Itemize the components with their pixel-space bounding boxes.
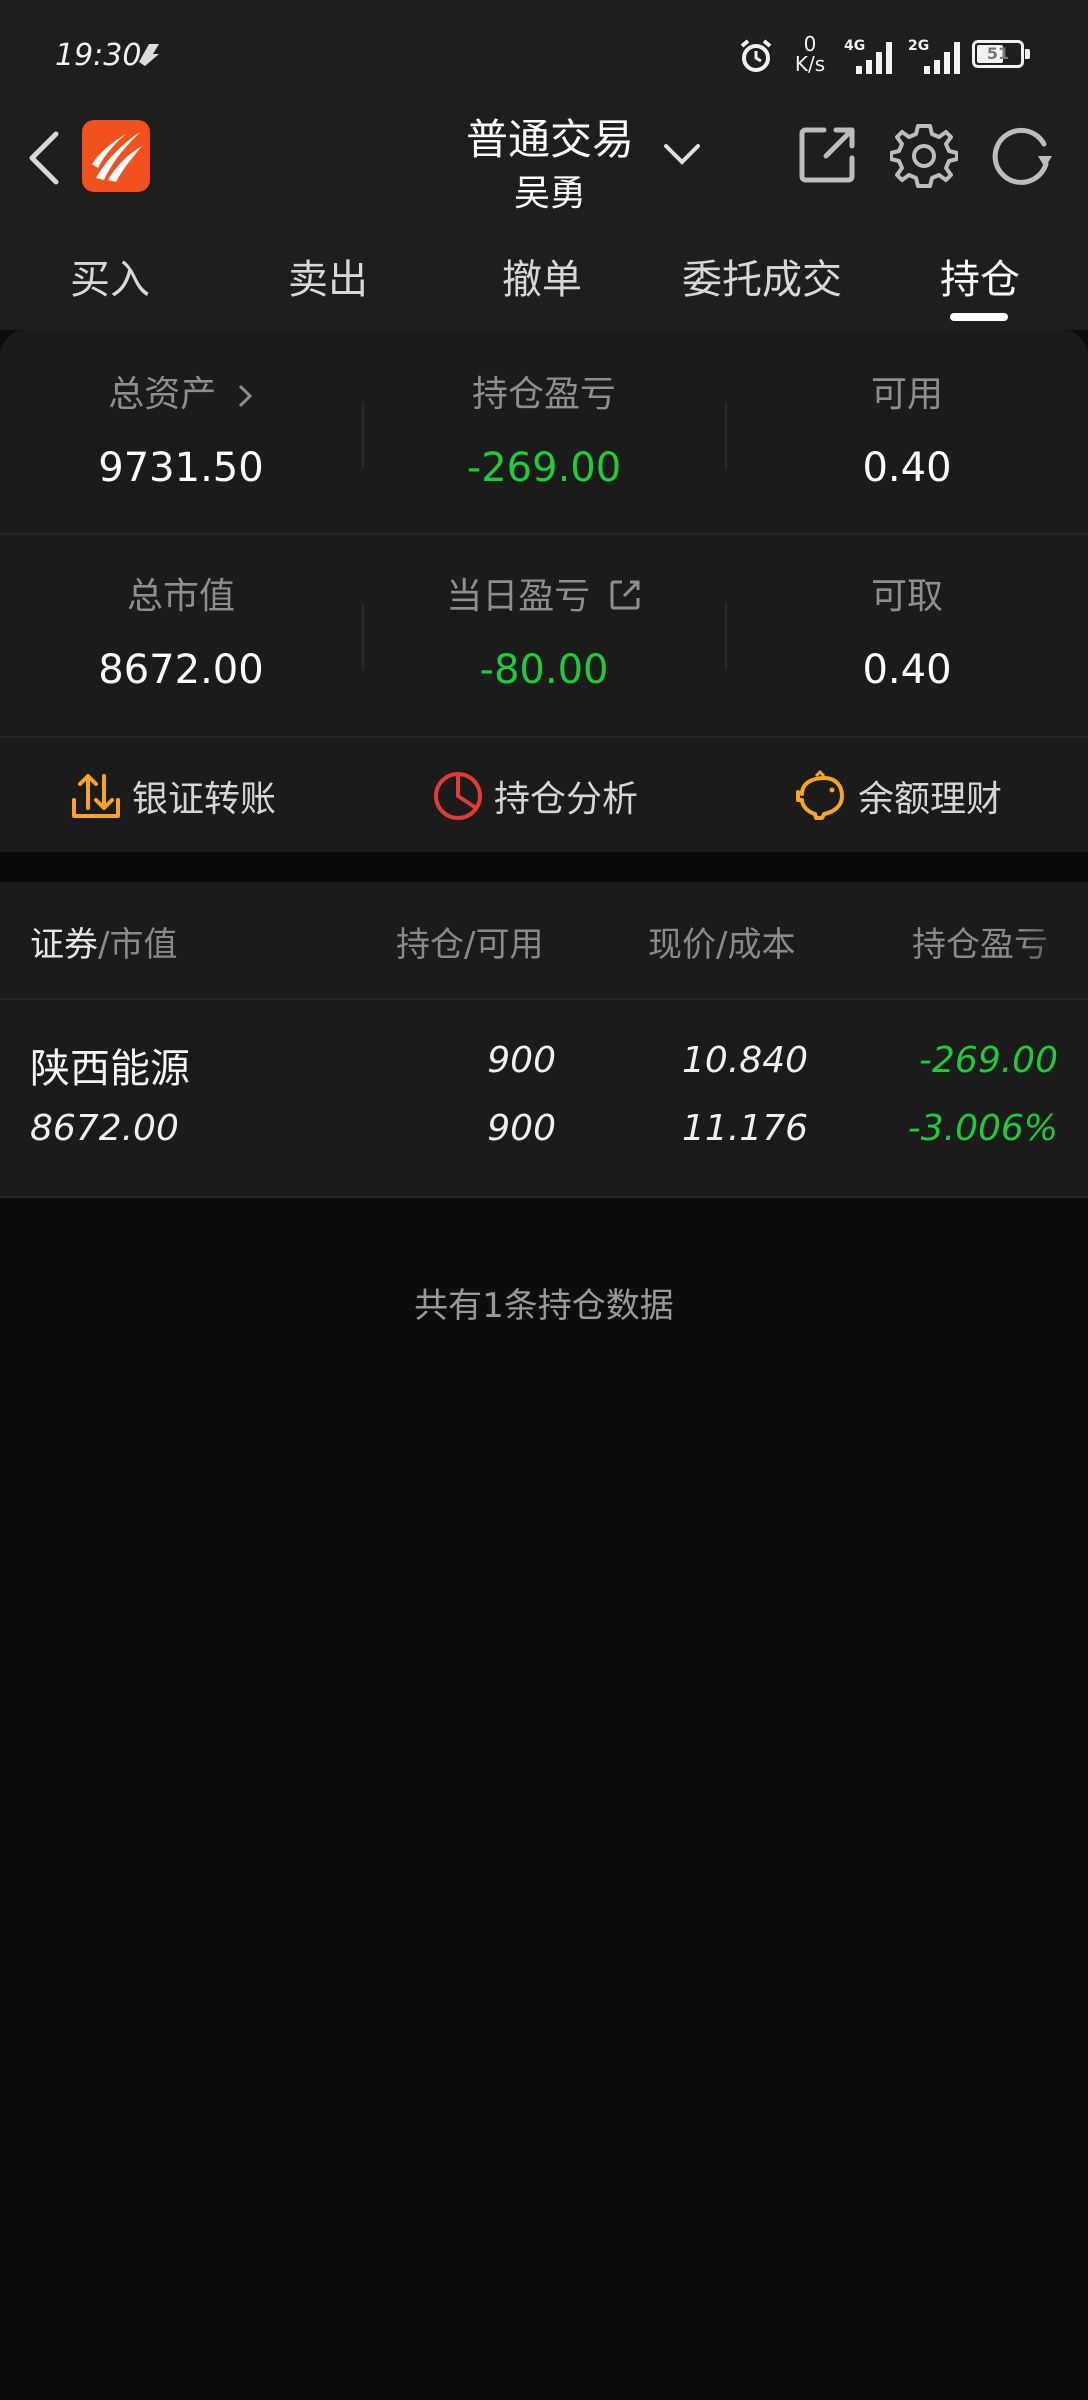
table-row[interactable]: 陕西能源 8672.00 900 900 10.840 11.176 -269.… xyxy=(0,1000,1088,1196)
pie-chart-icon xyxy=(434,772,482,820)
withdrawable-label: 可取 xyxy=(870,576,943,617)
active-tab-indicator xyxy=(950,313,1008,321)
divider xyxy=(0,533,1088,535)
tab-sell[interactable]: 卖出 xyxy=(258,250,398,310)
trade-tabs: 买入 卖出 撤单 委托成交 持仓 xyxy=(0,230,1088,330)
security-name: 陕西能源 xyxy=(30,1046,190,1092)
balance-wealth-label: 余额理财 xyxy=(858,779,1003,820)
market-value-cell: 8672.00 xyxy=(30,1108,179,1149)
top-header: 普通交易 吴勇 xyxy=(0,100,1088,230)
status-bar: 19:30 0 K/s 4G 2G 51 xyxy=(0,0,1088,100)
column-header-price[interactable]: 现价/成本 xyxy=(648,920,795,970)
app-notification-icon xyxy=(139,44,159,66)
pnl-percent-cell: -3.006% xyxy=(907,1108,1058,1149)
signal-strength-icon xyxy=(924,42,960,74)
pnl-cell: -269.00 xyxy=(919,1040,1058,1081)
market-value: 总市值 8672.00 xyxy=(0,572,362,698)
tab-orders-deals[interactable]: 委托成交 xyxy=(662,250,862,310)
signal-strength-icon xyxy=(856,42,892,74)
settings-gear-icon[interactable] xyxy=(890,122,958,190)
divider xyxy=(0,1196,1088,1198)
total-assets[interactable]: 总资产 9731.50 xyxy=(0,370,362,496)
holdings-table: 证券/市值 持仓/可用 现价/成本 持仓盈亏 陕西能源 8672.00 900 … xyxy=(0,882,1088,1198)
network-speed: 0 K/s xyxy=(794,32,826,76)
column-header-security[interactable]: 证券/市值 xyxy=(30,920,177,970)
daily-pnl[interactable]: 当日盈亏 -80.00 xyxy=(363,572,725,698)
divider xyxy=(0,736,1088,738)
available-funds: 可用 0.40 xyxy=(726,370,1088,496)
status-time: 19:30 xyxy=(55,38,142,73)
quick-actions: 银证转账 持仓分析 余额理财 xyxy=(0,740,1088,852)
transfer-arrows-icon xyxy=(72,774,120,818)
market-value-label: 总市值 xyxy=(126,576,235,617)
withdrawable-value: 0.40 xyxy=(862,647,952,693)
market-value-value: 8672.00 xyxy=(98,647,264,693)
account-name: 吴勇 xyxy=(513,173,586,214)
bank-transfer-button[interactable]: 银证转账 xyxy=(70,768,276,824)
column-header-position[interactable]: 持仓/可用 xyxy=(396,920,543,970)
piggy-bank-icon xyxy=(796,770,844,820)
page-title: 普通交易 xyxy=(465,115,634,164)
position-pnl: 持仓盈亏 -269.00 xyxy=(363,370,725,496)
available-value: 0.40 xyxy=(862,445,952,491)
alarm-icon xyxy=(740,39,772,72)
withdrawable-funds: 可取 0.40 xyxy=(726,572,1088,698)
tab-buy[interactable]: 买入 xyxy=(40,250,180,310)
chevron-right-icon xyxy=(238,384,252,408)
battery-icon: 51 xyxy=(972,40,1030,68)
refresh-icon[interactable] xyxy=(988,122,1060,190)
position-pnl-value: -269.00 xyxy=(466,445,622,491)
tab-positions[interactable]: 持仓 xyxy=(910,250,1050,310)
total-assets-label: 总资产 xyxy=(108,374,217,415)
position-cell: 900 xyxy=(487,1040,556,1081)
position-analysis-button[interactable]: 持仓分析 xyxy=(432,768,638,824)
divider xyxy=(362,604,364,670)
app-logo[interactable] xyxy=(82,120,150,192)
position-analysis-label: 持仓分析 xyxy=(494,779,639,820)
bank-transfer-label: 银证转账 xyxy=(132,779,277,820)
section-gap xyxy=(0,852,1088,882)
balance-wealth-button[interactable]: 余额理财 xyxy=(794,768,1002,824)
divider xyxy=(725,604,727,670)
available-cell: 900 xyxy=(487,1108,556,1149)
header-fade-overlay xyxy=(1020,912,1088,978)
total-assets-value: 9731.50 xyxy=(98,445,264,491)
holdings-count-note: 共有1条持仓数据 xyxy=(414,1286,674,1326)
daily-pnl-value: -80.00 xyxy=(479,647,609,693)
available-label: 可用 xyxy=(870,374,943,415)
share-icon[interactable] xyxy=(796,122,860,186)
divider xyxy=(725,402,727,468)
cost-cell: 11.176 xyxy=(682,1108,808,1149)
divider xyxy=(362,402,364,468)
account-switcher[interactable]: 普通交易 吴勇 xyxy=(440,106,720,216)
logo-mark-icon xyxy=(92,132,142,182)
daily-pnl-label: 当日盈亏 xyxy=(446,576,591,617)
price-cell: 10.840 xyxy=(682,1040,808,1081)
tab-cancel-order[interactable]: 撤单 xyxy=(472,250,612,310)
back-arrow-icon[interactable] xyxy=(26,130,62,186)
external-link-icon xyxy=(610,580,640,610)
position-pnl-label: 持仓盈亏 xyxy=(471,374,616,415)
chevron-down-icon xyxy=(664,144,700,165)
